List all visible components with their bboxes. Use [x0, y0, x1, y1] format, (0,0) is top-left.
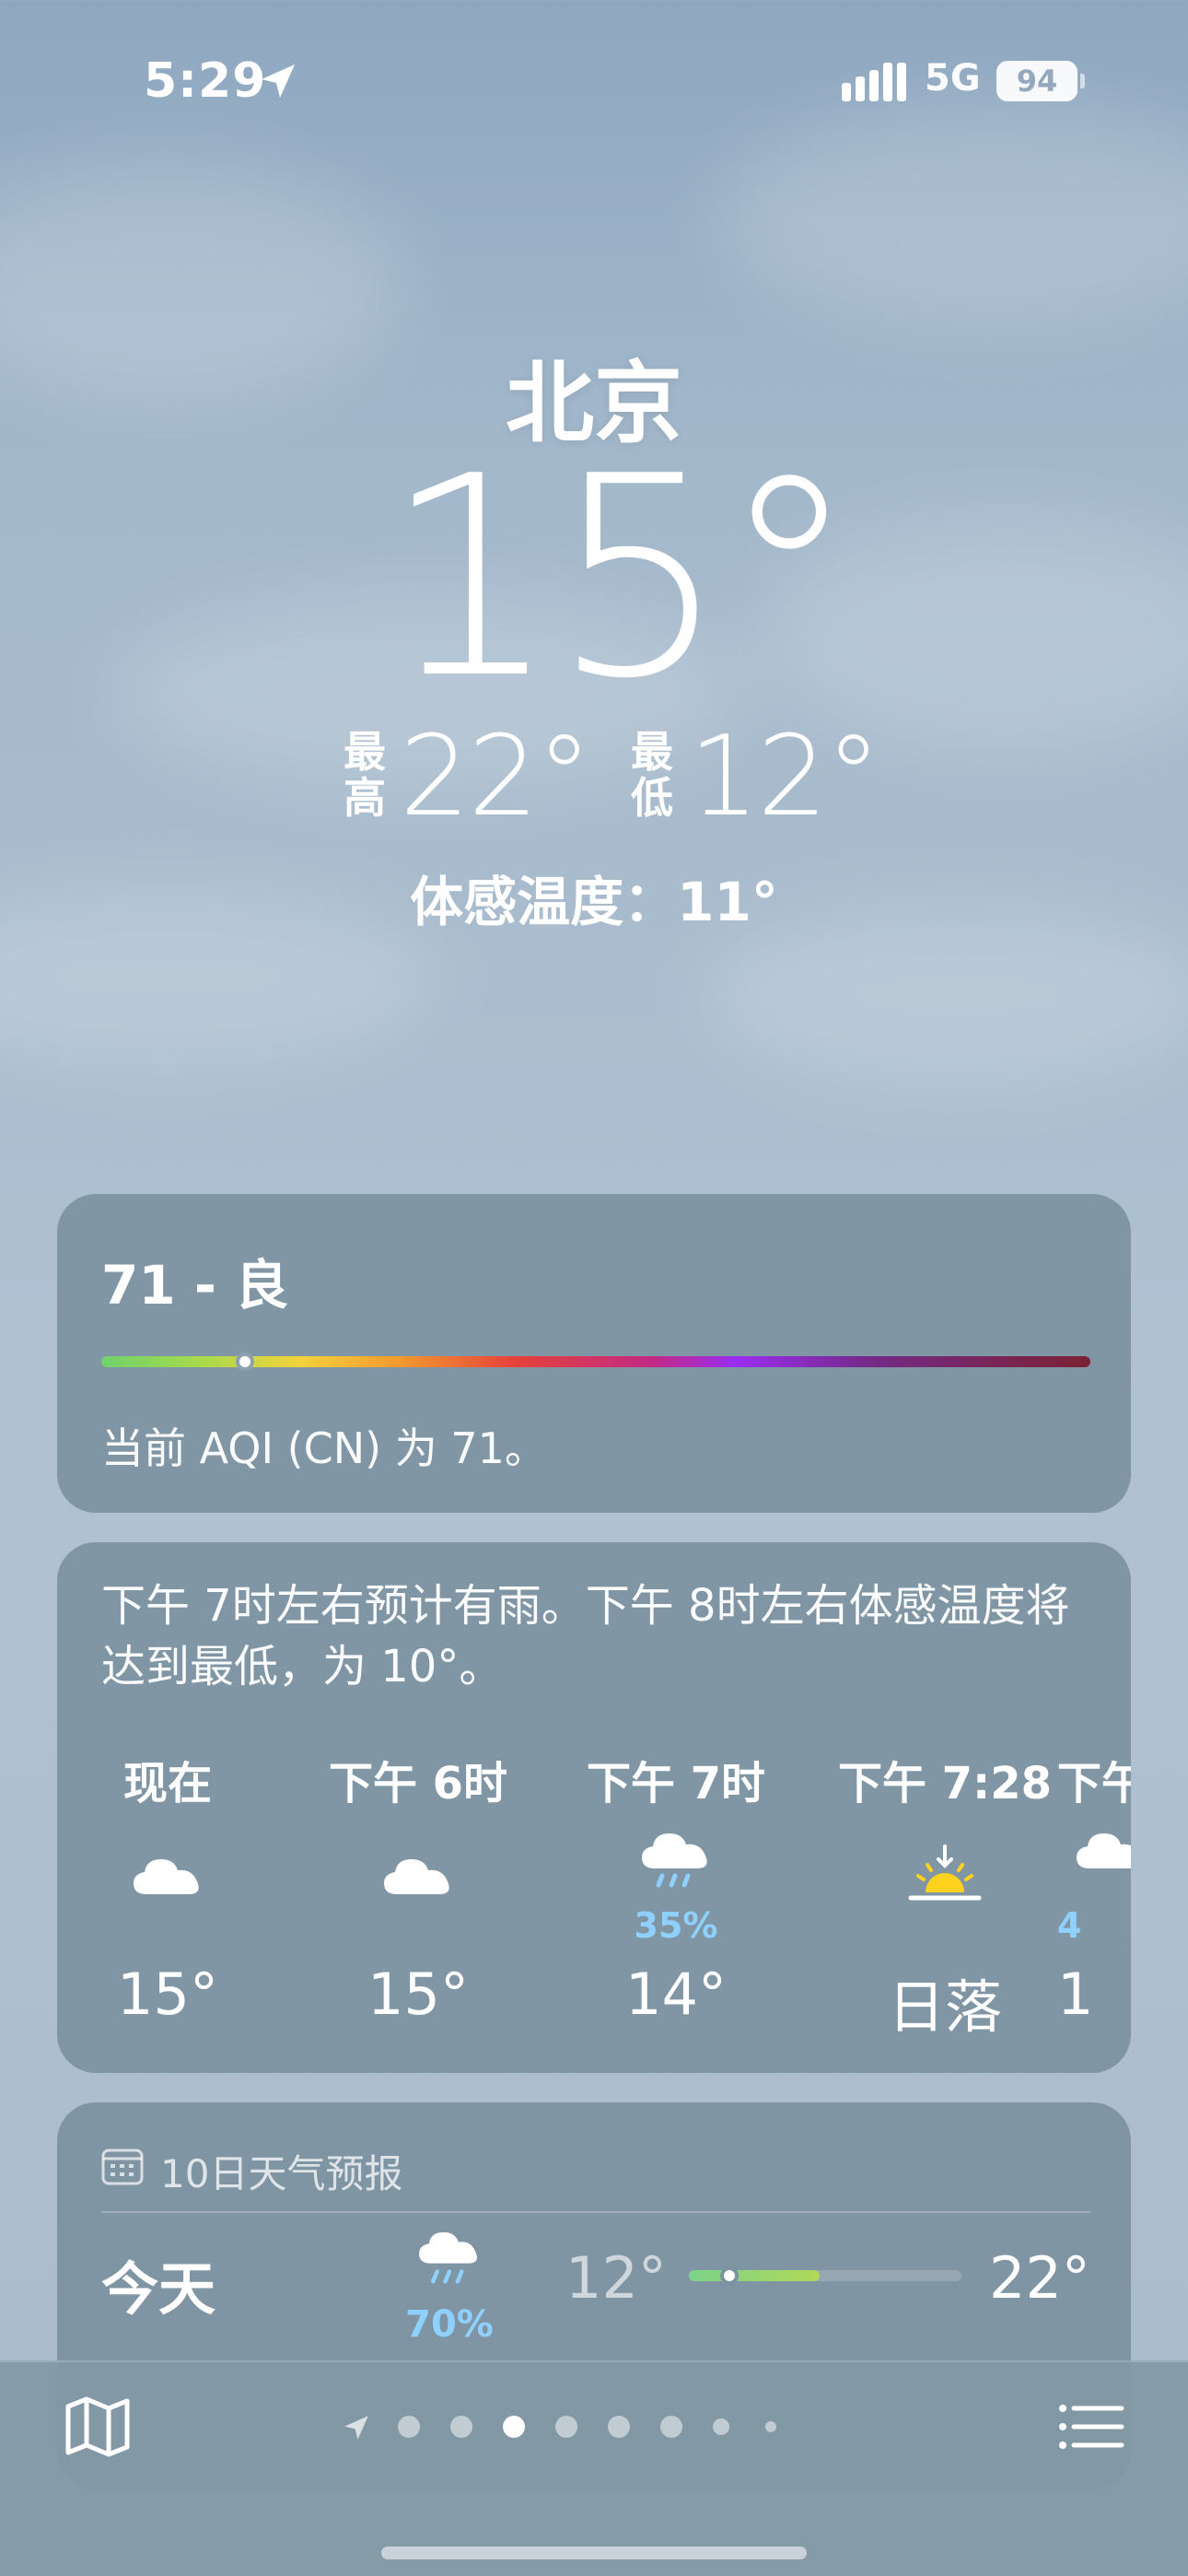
- current-location-icon: [344, 2416, 368, 2440]
- calendar-icon: [101, 2149, 144, 2185]
- aqi-title: 71 - 良: [101, 1254, 289, 1317]
- location-arrow-icon: [262, 64, 295, 98]
- high-temperature: 22°: [400, 713, 592, 841]
- network-type: 5G: [925, 57, 981, 100]
- page-dot[interactable]: [450, 2416, 472, 2438]
- hour-item: 下午 7时 35% 14°: [565, 1747, 786, 2060]
- day-low-temperature: 12°: [565, 2244, 667, 2312]
- page-indicator[interactable]: [332, 2406, 847, 2447]
- cellular-signal-icon: [842, 63, 906, 101]
- air-quality-card[interactable]: 71 - 良 当前 AQI (CN) 为 71。: [57, 1194, 1131, 1513]
- hour-temperature: 15°: [117, 1961, 218, 2028]
- hour-label: 下午 7时: [586, 1758, 766, 1809]
- hour-temperature: 1: [1057, 1961, 1094, 2028]
- page-dot[interactable]: [765, 2421, 776, 2432]
- low-temperature: 12°: [689, 713, 881, 841]
- current-temperature: 15°: [383, 417, 858, 739]
- low-label-bottom: 低: [631, 773, 673, 823]
- hour-item: 下午 7:28 日落: [834, 1747, 1055, 2060]
- page-dot[interactable]: [503, 2416, 525, 2438]
- battery-level: 94: [1016, 64, 1058, 99]
- hourly-list[interactable]: 现在 15° 下午 6时 15° 下午 7时 35% 14° 下午 7:28 日…: [57, 1747, 1131, 2060]
- current-temperature-dot: [720, 2266, 740, 2285]
- daily-forecast-title: 10日天气预报: [160, 2151, 403, 2196]
- day-precipitation: 70%: [405, 2303, 494, 2346]
- current-temperature-row: 15°: [0, 440, 1188, 717]
- page-dot[interactable]: [660, 2416, 682, 2438]
- hour-temperature: 14°: [625, 1961, 727, 2028]
- status-bar: 5:29 5G 94: [0, 0, 1188, 157]
- high-low-row: 最 高 22° 最 低 12°: [0, 722, 1188, 833]
- day-temperature-range-bar: [689, 2266, 961, 2285]
- rain-cloud-icon: [419, 2231, 477, 2284]
- hour-precipitation: 4: [1057, 1905, 1082, 1946]
- hour-item: 现在 15°: [57, 1747, 278, 2060]
- sunset-icon: [908, 1844, 982, 1901]
- day-range-fill: [689, 2270, 821, 2281]
- day-name: 今天: [101, 2255, 216, 2323]
- hour-item: 下午 4 1: [1057, 1747, 1131, 2060]
- page-dot[interactable]: [713, 2418, 729, 2435]
- feels-like: 体感温度：11°: [410, 871, 778, 933]
- aqi-description: 当前 AQI (CN) 为 71。: [101, 1423, 547, 1473]
- rain-cloud-icon: [642, 1833, 707, 1888]
- hour-label: 下午 7:28: [837, 1758, 1053, 1809]
- forecast-summary: 下午 7时左右预计有雨。下午 8时左右体感温度将达到最低，为 10°。: [101, 1580, 1070, 1692]
- status-time: 5:29: [144, 53, 267, 109]
- page-dot[interactable]: [398, 2416, 420, 2438]
- list-icon[interactable]: [1054, 2390, 1127, 2464]
- day-high-temperature: 22°: [989, 2244, 1090, 2312]
- hour-item: 下午 6时 15°: [308, 1747, 529, 2060]
- hourly-forecast-card[interactable]: 下午 7时左右预计有雨。下午 8时左右体感温度将达到最低，为 10°。 现在 1…: [57, 1542, 1131, 2073]
- divider: [101, 2211, 1090, 2213]
- page-dot[interactable]: [608, 2416, 630, 2438]
- battery-indicator: 94: [996, 61, 1077, 101]
- battery-tip-icon: [1080, 74, 1085, 88]
- hour-label: 现在: [122, 1758, 212, 1809]
- hour-precipitation: 35%: [634, 1905, 718, 1946]
- map-icon[interactable]: [61, 2390, 134, 2464]
- rain-cloud-icon: [1077, 1833, 1131, 1868]
- high-label-top: 最: [344, 727, 386, 777]
- aqi-indicator-dot: [235, 1352, 254, 1371]
- bottom-toolbar: [0, 2360, 1188, 2576]
- high-label-bottom: 高: [344, 773, 386, 823]
- low-label-top: 最: [631, 727, 673, 777]
- page-dot[interactable]: [555, 2416, 577, 2438]
- hour-temperature: 15°: [367, 1961, 469, 2028]
- cloud-icon: [134, 1859, 199, 1894]
- hour-label: 下午 6时: [328, 1758, 508, 1809]
- hour-label: 下午: [1057, 1758, 1131, 1809]
- home-indicator[interactable]: [381, 2547, 807, 2559]
- cloud-icon: [384, 1859, 449, 1894]
- sunset-label: 日落: [887, 1973, 1002, 2041]
